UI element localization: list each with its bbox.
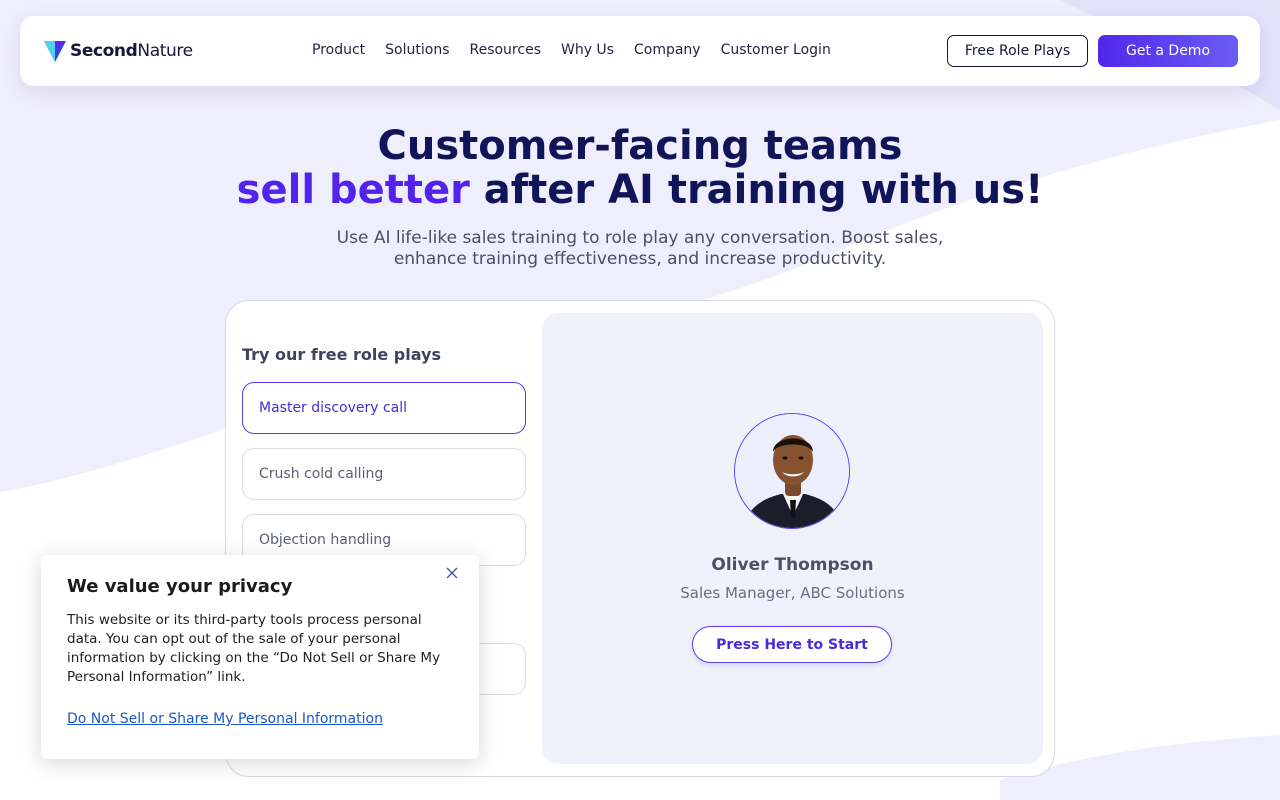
do-not-sell-link[interactable]: Do Not Sell or Share My Personal Informa… (67, 711, 383, 727)
logo-mark-icon (44, 41, 66, 62)
nav-solutions[interactable]: Solutions (385, 42, 449, 58)
free-role-plays-button[interactable]: Free Role Plays (947, 35, 1088, 67)
close-icon[interactable] (442, 563, 462, 583)
hero-subtitle: Use AI life-like sales training to role … (336, 228, 944, 269)
person-avatar-icon (735, 414, 849, 528)
hero-title-line-2: after AI training with us! (469, 167, 1044, 213)
persona-preview: Oliver Thompson Sales Manager, ABC Solut… (542, 313, 1043, 764)
privacy-title: We value your privacy (67, 576, 293, 597)
main-nav: Product Solutions Resources Why Us Compa… (312, 42, 851, 58)
privacy-banner: We value your privacy This website or it… (41, 555, 479, 759)
site-header: SecondNature Product Solutions Resources… (20, 16, 1260, 86)
persona-avatar (734, 413, 850, 529)
brand-name: SecondNature (70, 41, 193, 61)
nav-why-us[interactable]: Why Us (561, 42, 614, 58)
persona-role: Sales Manager, ABC Solutions (680, 584, 905, 602)
privacy-body: This website or its third-party tools pr… (67, 612, 441, 685)
brand-logo[interactable]: SecondNature (42, 36, 193, 66)
hero-title-line-1: Customer-facing teams (377, 123, 903, 169)
hero-title: Customer-facing teams sell better after … (0, 124, 1280, 212)
roleplay-heading: Try our free role plays (242, 345, 441, 364)
nav-product[interactable]: Product (312, 42, 365, 58)
press-to-start-button[interactable]: Press Here to Start (692, 626, 892, 663)
get-a-demo-button[interactable]: Get a Demo (1098, 35, 1238, 67)
nav-resources[interactable]: Resources (469, 42, 541, 58)
persona-name: Oliver Thompson (711, 555, 874, 575)
hero-title-accent: sell better (236, 167, 470, 213)
nav-customer-login[interactable]: Customer Login (721, 42, 831, 58)
roleplay-option-discovery-call[interactable]: Master discovery call (242, 382, 526, 434)
roleplay-option-cold-calling[interactable]: Crush cold calling (242, 448, 526, 500)
nav-company[interactable]: Company (634, 42, 701, 58)
